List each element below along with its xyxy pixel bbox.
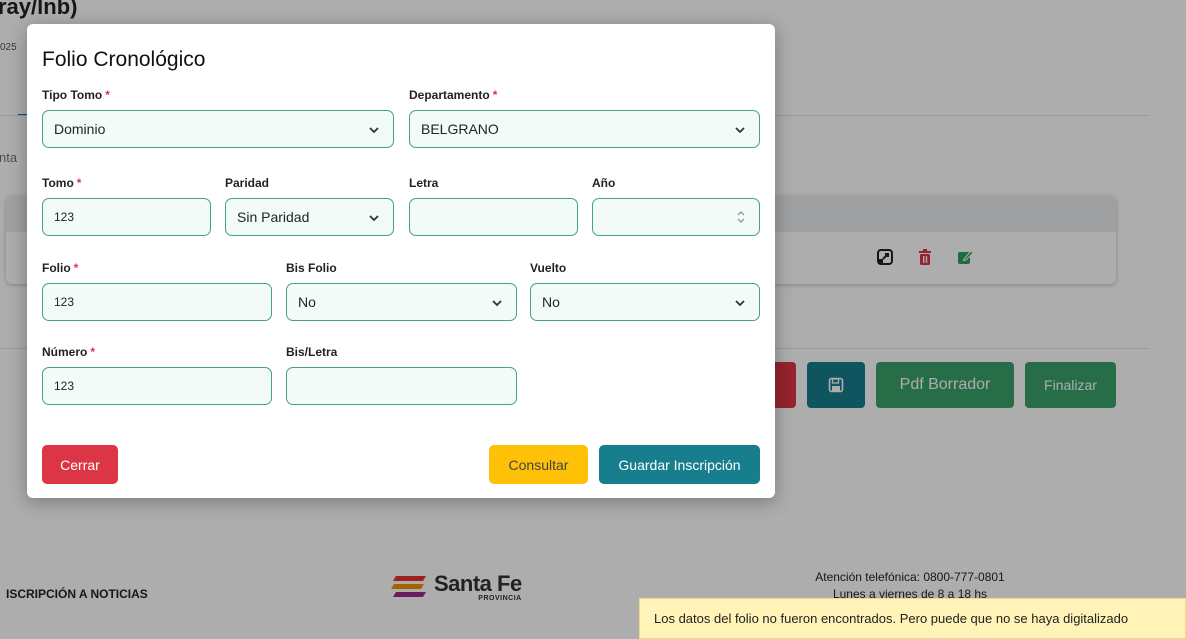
- chevron-down-icon: [735, 300, 745, 307]
- numero-input[interactable]: 123: [42, 367, 272, 405]
- departamento-label: Departamento *: [409, 88, 498, 102]
- folio-label: Folio *: [42, 261, 79, 275]
- tipo-tomo-label: Tipo Tomo *: [42, 88, 110, 102]
- modal-title: Folio Cronológico: [42, 48, 206, 71]
- bis-folio-label: Bis Folio: [286, 261, 337, 275]
- toast-message: Los datos del folio no fueron encontrado…: [654, 611, 1129, 626]
- vuelto-select[interactable]: No: [530, 283, 760, 321]
- letra-label: Letra: [409, 176, 439, 190]
- tomo-label: Tomo *: [42, 176, 82, 190]
- chevron-down-icon: [369, 215, 379, 222]
- required-mark: *: [76, 176, 82, 190]
- paridad-select[interactable]: Sin Paridad: [225, 198, 394, 236]
- chevron-down-icon: [492, 300, 502, 307]
- close-button[interactable]: Cerrar: [42, 445, 118, 484]
- warning-toast[interactable]: Los datos del folio no fueron encontrado…: [639, 598, 1186, 639]
- required-mark: *: [73, 261, 79, 275]
- bis-letra-input[interactable]: [286, 367, 517, 405]
- letra-input[interactable]: [409, 198, 578, 236]
- consult-button[interactable]: Consultar: [489, 445, 588, 484]
- folio-modal: Folio Cronológico Tipo Tomo * Dominio Dep…: [27, 24, 775, 498]
- bis-folio-select[interactable]: No: [286, 283, 517, 321]
- tipo-tomo-select[interactable]: Dominio: [42, 110, 394, 148]
- required-mark: *: [492, 88, 498, 102]
- bis-letra-label: Bis/Letra: [286, 345, 338, 359]
- save-inscription-button[interactable]: Guardar Inscripción: [599, 445, 760, 484]
- departamento-select[interactable]: BELGRANO: [409, 110, 760, 148]
- chevron-down-icon: [369, 127, 379, 134]
- number-spinner-icon[interactable]: [735, 210, 747, 224]
- required-mark: *: [105, 88, 110, 102]
- vuelto-label: Vuelto: [530, 261, 567, 275]
- tomo-input[interactable]: 123: [42, 198, 211, 236]
- folio-input[interactable]: 123: [42, 283, 272, 321]
- paridad-label: Paridad: [225, 176, 270, 190]
- numero-label: Número *: [42, 345, 96, 359]
- required-mark: *: [90, 345, 96, 359]
- chevron-down-icon: [735, 127, 745, 134]
- anio-label: Año: [592, 176, 616, 190]
- anio-input[interactable]: [592, 198, 760, 236]
